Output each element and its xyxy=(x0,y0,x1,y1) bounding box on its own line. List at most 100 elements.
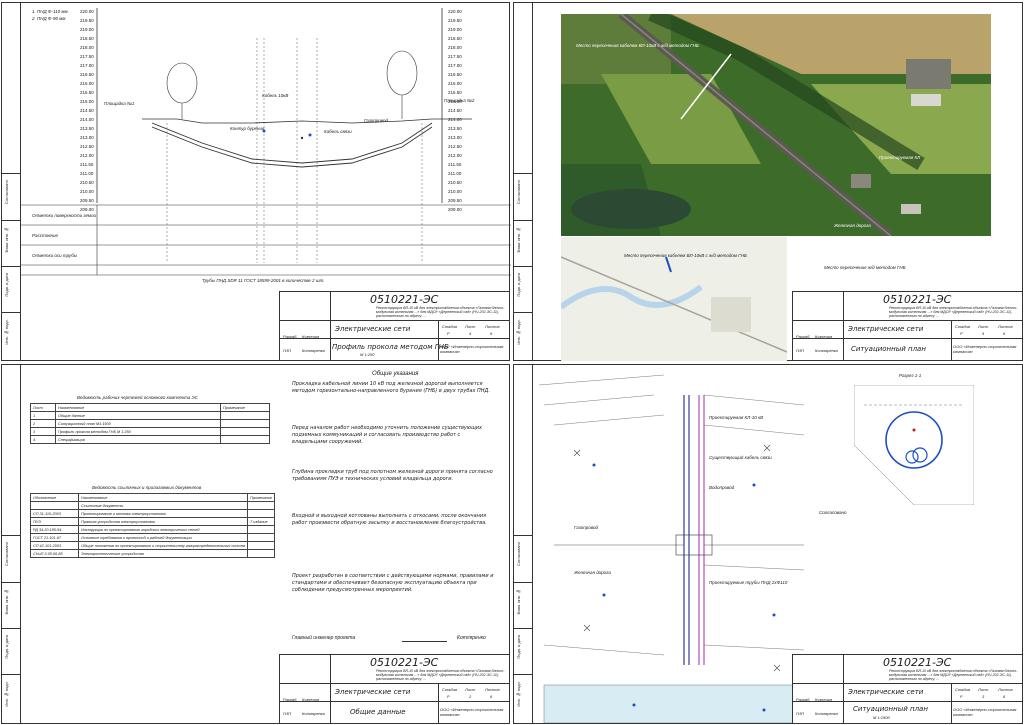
sheet-title: Ситуационный план xyxy=(853,705,928,713)
table-row: РД 34.20.185-94 Инструкция по проектирова… xyxy=(29,525,275,534)
table-cell: 1 xyxy=(30,411,56,420)
table-header-cell: Обозначение xyxy=(29,493,80,502)
sheet-general-data: Согласовано Взам. инв. № Подп. и дата Ин… xyxy=(1,364,510,724)
project-desc: Реконструкция ВЛ-10 кВ для электроснабже… xyxy=(889,669,1018,682)
table-cell xyxy=(247,509,275,518)
person-name: Котляренко xyxy=(302,348,325,353)
person-name: Котляренко xyxy=(815,711,838,716)
footnote: Трубы ПНД SDR 11 ГОСТ 18599-2001 в колич… xyxy=(202,278,325,283)
table-cell: СНиП 3.05.06-85 xyxy=(29,549,80,558)
table-header-cell: Наименование xyxy=(55,403,221,412)
table-cell xyxy=(220,435,270,444)
notes-paragraph: Прокладка кабельной линии 10 кВ под желе… xyxy=(292,381,491,395)
table-cell: Общие положения по проектированию и стро… xyxy=(78,541,249,550)
sheet-total: 6 xyxy=(490,694,493,699)
stamp-header: Лист xyxy=(978,687,989,692)
annotation: Кабель связи xyxy=(324,129,352,134)
stamp-header: Стадия xyxy=(955,324,970,329)
table-row: СП 42-101-2003 Общие положения по проекти… xyxy=(29,541,275,550)
table-row: СП 31-110-2003 Проектирование и монтаж эл… xyxy=(29,509,275,518)
section-view xyxy=(854,385,974,505)
table-row: 2 Ситуационный план М1:1500 xyxy=(30,419,270,428)
table-cell: РД 34.20.185-94 xyxy=(29,525,80,534)
map-label: Проектируемая КЛ xyxy=(879,155,921,160)
sheet-profile: Согласовано Взам. инв. № Подп. и дата Ин… xyxy=(1,2,511,361)
table-cell: Правила устройства электроустановок xyxy=(78,517,249,526)
stage-value: Р xyxy=(960,331,963,336)
sidebar-label: Взам. инв. № xyxy=(4,589,9,615)
table-cell: Общие данные xyxy=(55,411,221,420)
plan-note: Газопровод xyxy=(574,525,598,530)
sidebar-label: Взам. инв. № xyxy=(516,227,521,253)
sidebar-label: Согласовано xyxy=(4,542,9,567)
notes-heading: Общие указания xyxy=(372,371,419,377)
annotation: Кабель 10кВ xyxy=(262,93,289,98)
section-name: Электрические сети xyxy=(335,325,411,333)
table-cell: Спецификация xyxy=(55,435,221,444)
doc-code: 0510221-ЭС xyxy=(370,293,439,306)
stamp-header: Листов xyxy=(485,687,500,692)
table-cell xyxy=(247,501,275,510)
sheet-title: Общие данные xyxy=(350,708,406,716)
stamp-header: Листов xyxy=(998,324,1013,329)
table-cell: Электротехнические устройства xyxy=(78,549,249,558)
sidebar-label: Согласовано xyxy=(516,542,521,567)
title-block: 0510221-ЭС Реконструкция ВЛ-10 кВ для эл… xyxy=(792,291,1023,361)
stamp-header: Лист xyxy=(465,324,476,329)
stage-value: Р xyxy=(447,694,450,699)
table-cell: СП 31-110-2003 xyxy=(29,509,80,518)
table-cell xyxy=(29,501,80,510)
sidebar-label: Инв. № подл. xyxy=(4,681,9,707)
stamp-header: Стадия xyxy=(442,687,457,692)
row-label: Отметки поверхности земли xyxy=(32,213,97,218)
map-caption: Место пересечения ж/д методом ГНБ xyxy=(824,265,906,270)
table-header-cell: Наименование xyxy=(78,493,249,502)
drawings-table: Лист Наименование Примечание 1 Общие данн… xyxy=(30,403,270,444)
person-name: Котляренко xyxy=(302,711,325,716)
stamp-header: Лист xyxy=(978,324,989,329)
references-table: Обозначение Наименование Примечание Ссыл… xyxy=(29,493,275,558)
org-name: ООО «Инженерно-строительная компания» xyxy=(440,707,504,717)
table-cell: СП 42-101-2003 xyxy=(29,541,80,550)
sheet-sidebar: Согласовано Взам. инв. № Подп. и дата Ин… xyxy=(514,365,533,723)
table-header-cell: Лист xyxy=(30,403,56,412)
sheet-total: 6 xyxy=(490,331,493,336)
plan-note: Проектируемая КЛ-10 кВ xyxy=(709,415,764,420)
table-cell: Ситуационный план М1:1500 xyxy=(55,419,221,428)
sheet-number: 2 xyxy=(469,694,472,699)
table-header-row: Обозначение Наименование Примечание xyxy=(29,493,275,502)
table-cell: 4 xyxy=(30,435,56,444)
sidebar-label: Взам. инв. № xyxy=(516,589,521,615)
table-title: Ведомость рабочих чертежей основного ком… xyxy=(77,395,198,400)
title-block: 0510221-ЭС Реконструкция ВЛ-10 кВ для эл… xyxy=(279,291,510,361)
annotation: Площадка №1 xyxy=(104,101,135,106)
annotation: Площадка №2 xyxy=(444,98,475,103)
row-label: Расстояние xyxy=(32,233,58,238)
stamp-header: Стадия xyxy=(442,324,457,329)
table-row: СНиП 3.05.06-85 Электротехнические устрой… xyxy=(29,549,275,558)
plan-note: Железная дорога xyxy=(574,570,611,575)
sheet-scale: М 1:1500 xyxy=(873,715,890,720)
plan-note: Водопровод xyxy=(709,485,735,490)
table-cell xyxy=(220,427,270,436)
sheet-total: 6 xyxy=(1003,331,1006,336)
sidebar-label: Инв. № подл. xyxy=(516,681,521,707)
table-header-row: Лист Наименование Примечание xyxy=(30,403,270,412)
table-cell xyxy=(220,411,270,420)
sheet-site-plan: Согласовано Взам. инв. № Подп. и дата Ин… xyxy=(513,364,1023,724)
role-label: ГИП xyxy=(796,711,804,716)
project-desc: Реконструкция ВЛ-10 кВ для электроснабже… xyxy=(376,669,505,682)
table-cell xyxy=(220,419,270,428)
notes-paragraph: Входной и выходной котлованы выполнить с… xyxy=(292,513,487,527)
notes-paragraph: Перед началом работ необходимо уточнить … xyxy=(292,425,483,446)
table-row: 4 Спецификация xyxy=(30,435,270,444)
table-header-cell: Примечание xyxy=(247,493,275,502)
project-desc: Реконструкция ВЛ-10 кВ для электроснабже… xyxy=(889,306,1018,319)
stamp-header: Листов xyxy=(485,324,500,329)
table-row: 1 Общие данные xyxy=(30,411,270,420)
role-label: ГИП xyxy=(796,348,804,353)
table-cell: ГОСТ 21.101-97 xyxy=(29,533,80,542)
doc-code: 0510221-ЭС xyxy=(883,656,952,669)
signature-line xyxy=(402,641,447,642)
stamp-header: Листов xyxy=(998,687,1013,692)
